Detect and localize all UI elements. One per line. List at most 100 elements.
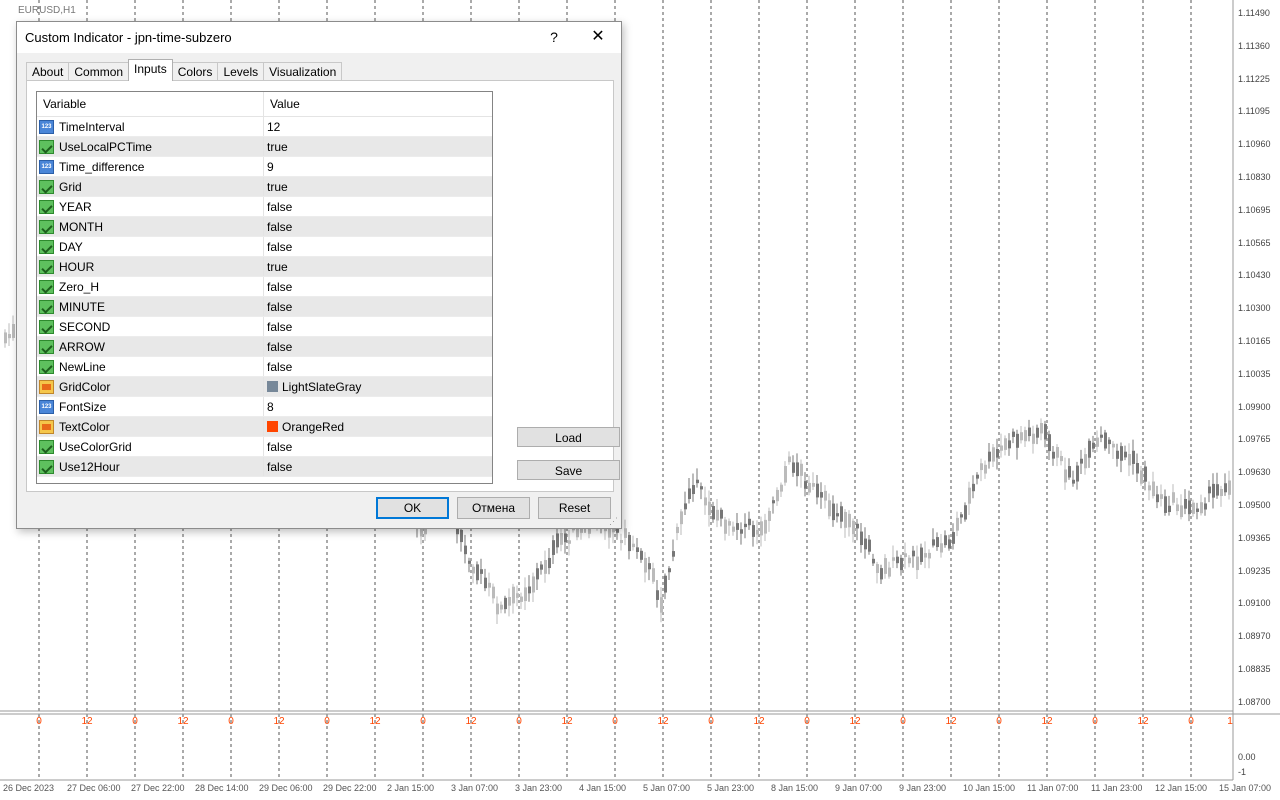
candle-body: [1060, 456, 1063, 462]
candle-body: [1112, 443, 1115, 448]
grid-hour-label: 12: [369, 716, 381, 727]
subwindow-axis-label: 0.00: [1238, 752, 1256, 762]
candle-body: [1228, 480, 1231, 495]
price-tick-label: 1.10165: [1238, 336, 1271, 346]
candle-body: [836, 513, 839, 517]
candle-body: [712, 506, 715, 520]
tab-about[interactable]: About: [26, 62, 70, 81]
candle-body: [520, 596, 523, 602]
candle-body: [788, 456, 791, 463]
time-tick-label: 29 Dec 06:00: [259, 783, 313, 793]
input-row-newline[interactable]: NewLine false: [37, 357, 492, 377]
variable-value: 9: [267, 159, 274, 174]
value-cell[interactable]: false: [264, 317, 492, 336]
variable-name: GridColor: [59, 379, 111, 394]
candle-body: [560, 533, 563, 545]
input-row-arrow[interactable]: ARROW false: [37, 337, 492, 357]
candle-body: [744, 523, 747, 528]
input-row-fontsize[interactable]: 123 FontSize 8: [37, 397, 492, 417]
value-cell[interactable]: 12: [264, 117, 492, 136]
value-cell[interactable]: false: [264, 277, 492, 296]
tab-inputs[interactable]: Inputs: [128, 59, 173, 81]
tab-colors[interactable]: Colors: [171, 62, 219, 81]
value-cell[interactable]: false: [264, 217, 492, 236]
ok-button[interactable]: OK: [376, 497, 449, 519]
candle-body: [804, 481, 807, 489]
value-cell[interactable]: false: [264, 337, 492, 356]
resize-grip-icon[interactable]: ⋰: [609, 516, 618, 527]
candle-body: [1128, 454, 1131, 466]
value-cell[interactable]: false: [264, 237, 492, 256]
candle-body: [684, 503, 687, 510]
cancel-button[interactable]: Отмена: [457, 497, 530, 519]
boolean-type-icon: [39, 439, 54, 454]
close-icon[interactable]: ✕: [587, 26, 609, 48]
input-row-second[interactable]: SECOND false: [37, 317, 492, 337]
value-cell[interactable]: false: [264, 357, 492, 376]
candle-body: [476, 564, 479, 581]
input-row-usecolorgrid[interactable]: UseColorGrid false: [37, 437, 492, 457]
input-row-use12hour[interactable]: Use12Hour false: [37, 457, 492, 477]
load-button[interactable]: Load: [517, 427, 620, 447]
candle-body: [1144, 466, 1147, 482]
input-row-year[interactable]: YEAR false: [37, 197, 492, 217]
variable-cell: NewLine: [37, 357, 264, 376]
variable-name: UseColorGrid: [59, 439, 132, 454]
input-row-zero_h[interactable]: Zero_H false: [37, 277, 492, 297]
save-button[interactable]: Save: [517, 460, 620, 480]
reset-button[interactable]: Reset: [538, 497, 611, 519]
input-row-month[interactable]: MONTH false: [37, 217, 492, 237]
help-button[interactable]: ?: [543, 26, 565, 48]
value-cell[interactable]: true: [264, 177, 492, 196]
candle-body: [632, 543, 635, 548]
candle-body: [792, 462, 795, 473]
column-header-value[interactable]: Value: [264, 92, 300, 116]
value-cell[interactable]: false: [264, 197, 492, 216]
dialog-titlebar[interactable]: Custom Indicator - jpn-time-subzero ? ✕: [17, 22, 621, 53]
value-cell[interactable]: OrangeRed: [264, 417, 492, 436]
tab-levels[interactable]: Levels: [217, 62, 265, 81]
tab-bar: About Common Inputs Colors Levels Visual…: [26, 59, 343, 81]
input-row-time_difference[interactable]: 123 Time_difference 9: [37, 157, 492, 177]
column-header-variable[interactable]: Variable: [37, 92, 264, 116]
input-row-uselocalpctime[interactable]: UseLocalPCTime true: [37, 137, 492, 157]
value-cell[interactable]: 9: [264, 157, 492, 176]
input-row-minute[interactable]: MINUTE false: [37, 297, 492, 317]
time-tick-label: 8 Jan 15:00: [771, 783, 819, 793]
input-row-gridcolor[interactable]: GridColor LightSlateGray: [37, 377, 492, 397]
value-cell[interactable]: 8: [264, 397, 492, 416]
tab-visualization[interactable]: Visualization: [263, 62, 343, 81]
time-tick-label: 9 Jan 07:00: [835, 783, 883, 793]
value-cell[interactable]: true: [264, 257, 492, 276]
subwindow-axis-label: -1: [1238, 767, 1247, 777]
candle-body: [540, 564, 543, 570]
candle-body: [772, 500, 775, 504]
candle-body: [660, 597, 663, 613]
candle-body: [1148, 485, 1151, 491]
input-row-timeinterval[interactable]: 123 TimeInterval 12: [37, 117, 492, 137]
value-cell[interactable]: LightSlateGray: [264, 377, 492, 396]
input-row-day[interactable]: DAY false: [37, 237, 492, 257]
input-row-textcolor[interactable]: TextColor OrangeRed: [37, 417, 492, 437]
time-tick-label: 12 Jan 15:00: [1155, 783, 1208, 793]
tab-common[interactable]: Common: [68, 62, 130, 81]
candle-body: [564, 533, 567, 543]
grid-hour-label: 0: [420, 716, 426, 727]
candle-body: [552, 540, 555, 555]
time-tick-label: 29 Dec 22:00: [323, 783, 377, 793]
input-row-grid[interactable]: Grid true: [37, 177, 492, 197]
value-cell[interactable]: false: [264, 297, 492, 316]
input-row-hour[interactable]: HOUR true: [37, 257, 492, 277]
value-cell[interactable]: false: [264, 437, 492, 456]
variable-cell: UseColorGrid: [37, 437, 264, 456]
boolean-type-icon: [39, 279, 54, 294]
integer-type-icon: 123: [39, 119, 54, 134]
candle-body: [932, 539, 935, 546]
value-cell[interactable]: false: [264, 457, 492, 476]
candle-body: [656, 590, 659, 600]
candle-body: [740, 529, 743, 534]
candle-body: [1140, 470, 1143, 484]
variable-value: LightSlateGray: [282, 379, 362, 394]
value-cell[interactable]: true: [264, 137, 492, 156]
candle-body: [536, 568, 539, 580]
